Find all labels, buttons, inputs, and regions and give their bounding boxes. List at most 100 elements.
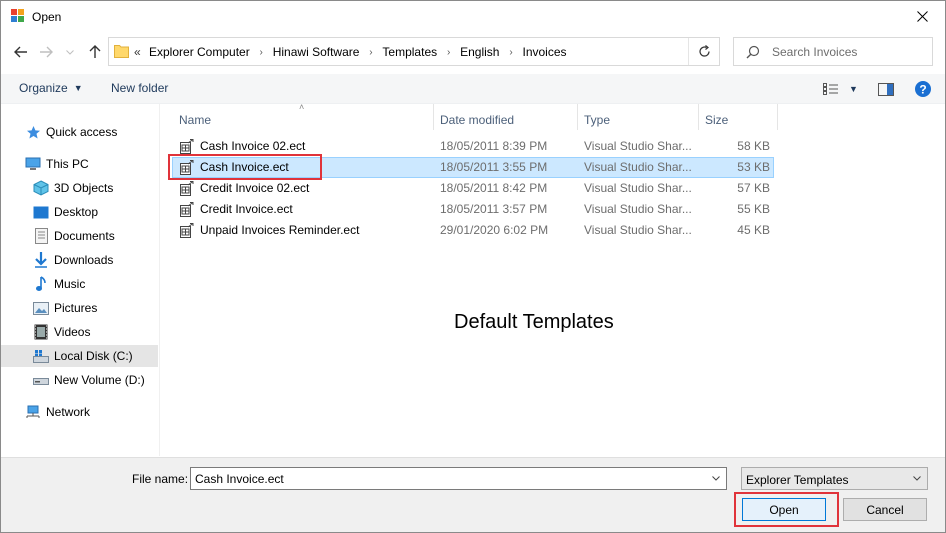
nav-desktop[interactable]: Desktop (33, 201, 98, 223)
search-icon (746, 45, 760, 59)
chevron-right-icon[interactable]: › (359, 47, 382, 58)
change-view-button[interactable]: ▼ (823, 80, 858, 98)
star-icon (25, 124, 41, 140)
chevron-right-icon[interactable]: › (250, 47, 273, 58)
nav-label: Local Disk (C:) (54, 349, 133, 363)
nav-pictures[interactable]: Pictures (33, 297, 97, 319)
nav-label: Music (54, 277, 86, 291)
breadcrumb-overflow[interactable]: « (134, 45, 141, 59)
file-size: 58 KB (737, 139, 770, 153)
file-name-input[interactable] (195, 470, 695, 487)
preview-pane-button[interactable] (878, 80, 894, 98)
column-divider[interactable] (577, 104, 578, 130)
file-name: Credit Invoice.ect (200, 202, 293, 216)
documents-icon (33, 228, 49, 244)
drive-icon (33, 348, 49, 364)
svg-text:?: ? (919, 83, 926, 97)
file-row[interactable]: Unpaid Invoices Reminder.ect 29/01/2020 … (172, 220, 774, 241)
pictures-icon (33, 300, 49, 316)
file-size: 57 KB (737, 181, 770, 195)
file-type-selected: Explorer Templates (746, 473, 849, 487)
breadcrumb-item[interactable]: Explorer Computer (149, 45, 250, 59)
open-dialog: Open « Explorer Computer › Hinawi Softwa… (0, 0, 946, 533)
nav-this-pc[interactable]: This PC (25, 153, 89, 175)
column-header-name[interactable]: Name (179, 109, 211, 131)
new-folder-button[interactable]: New folder (111, 81, 168, 95)
template-file-icon (180, 223, 194, 238)
forward-button[interactable] (36, 42, 56, 62)
file-date: 18/05/2011 8:42 PM (440, 181, 548, 195)
folder-icon (114, 45, 129, 58)
column-header-size[interactable]: Size (705, 109, 728, 131)
file-name-combo[interactable] (190, 467, 727, 490)
cube-icon (33, 180, 49, 196)
navigation-pane: Quick access This PC 3D Objects Desktop … (1, 104, 160, 456)
nav-downloads[interactable]: Downloads (33, 249, 113, 271)
breadcrumb-item[interactable]: Templates (382, 45, 437, 59)
breadcrumb-item[interactable]: English (460, 45, 499, 59)
nav-documents[interactable]: Documents (33, 225, 115, 247)
template-file-icon (180, 202, 194, 217)
caret-down-icon: ▼ (73, 83, 83, 93)
template-file-icon (180, 139, 194, 154)
sort-ascending-icon: ˄ (299, 102, 305, 112)
address-bar[interactable]: « Explorer Computer › Hinawi Software › … (108, 37, 720, 66)
caret-down-icon: ▼ (849, 84, 858, 94)
arrow-left-icon (14, 46, 27, 58)
column-header-type[interactable]: Type (584, 109, 610, 131)
chevron-down-icon[interactable] (706, 468, 726, 489)
music-note-icon (33, 276, 49, 292)
nav-network[interactable]: Network (25, 401, 90, 423)
column-divider[interactable] (433, 104, 434, 130)
chevron-right-icon[interactable]: › (499, 47, 522, 58)
file-size: 53 KB (737, 160, 770, 174)
chevron-right-icon[interactable]: › (437, 47, 460, 58)
window-title: Open (32, 10, 62, 24)
chevron-down-icon (907, 468, 927, 489)
file-type: Visual Studio Shar... (584, 202, 692, 216)
nav-videos[interactable]: Videos (33, 321, 90, 343)
file-date: 18/05/2011 8:39 PM (440, 139, 548, 153)
search-box[interactable] (733, 37, 933, 66)
help-button[interactable]: ? (915, 80, 931, 98)
refresh-icon (698, 45, 710, 57)
organize-button[interactable]: Organize ▼ (19, 81, 83, 95)
column-header-date[interactable]: Date modified (440, 109, 514, 131)
breadcrumb-item[interactable]: Invoices (522, 45, 566, 59)
search-input[interactable] (772, 41, 928, 62)
preview-pane-icon (878, 82, 894, 96)
file-type: Visual Studio Shar... (584, 223, 692, 237)
nav-music[interactable]: Music (33, 273, 85, 295)
nav-3d-objects[interactable]: 3D Objects (33, 177, 113, 199)
file-row[interactable]: Credit Invoice 02.ect 18/05/2011 8:42 PM… (172, 178, 774, 199)
file-row[interactable]: Credit Invoice.ect 18/05/2011 3:57 PM Vi… (172, 199, 774, 220)
desktop-icon (33, 204, 49, 220)
nav-label: Documents (54, 229, 115, 243)
refresh-button[interactable] (688, 38, 719, 65)
recent-locations-button[interactable] (63, 42, 77, 62)
arrow-up-icon (89, 45, 101, 58)
close-icon (916, 11, 928, 22)
back-button[interactable] (11, 42, 31, 62)
column-divider[interactable] (777, 104, 778, 130)
breadcrumb: Explorer Computer › Hinawi Software › Te… (149, 45, 567, 59)
computer-icon (25, 156, 41, 172)
nav-local-disk[interactable]: Local Disk (C:) (1, 345, 158, 367)
nav-quick-access[interactable]: Quick access (25, 121, 117, 143)
file-type-select[interactable]: Explorer Templates (741, 467, 928, 490)
cancel-button[interactable]: Cancel (843, 498, 927, 521)
column-divider[interactable] (698, 104, 699, 130)
up-button[interactable] (85, 42, 105, 62)
file-size: 45 KB (737, 223, 770, 237)
nav-label: Pictures (54, 301, 98, 315)
arrow-right-icon (40, 46, 53, 58)
file-name: Cash Invoice 02.ect (200, 139, 306, 153)
file-name-label: File name: (132, 472, 189, 486)
nav-new-volume[interactable]: New Volume (D:) (33, 369, 145, 391)
close-button[interactable] (899, 1, 945, 32)
breadcrumb-item[interactable]: Hinawi Software (273, 45, 360, 59)
file-name: Unpaid Invoices Reminder.ect (200, 223, 360, 237)
file-date: 18/05/2011 3:55 PM (440, 160, 548, 174)
film-icon (33, 324, 49, 340)
annotation-highlight-file (168, 154, 322, 180)
